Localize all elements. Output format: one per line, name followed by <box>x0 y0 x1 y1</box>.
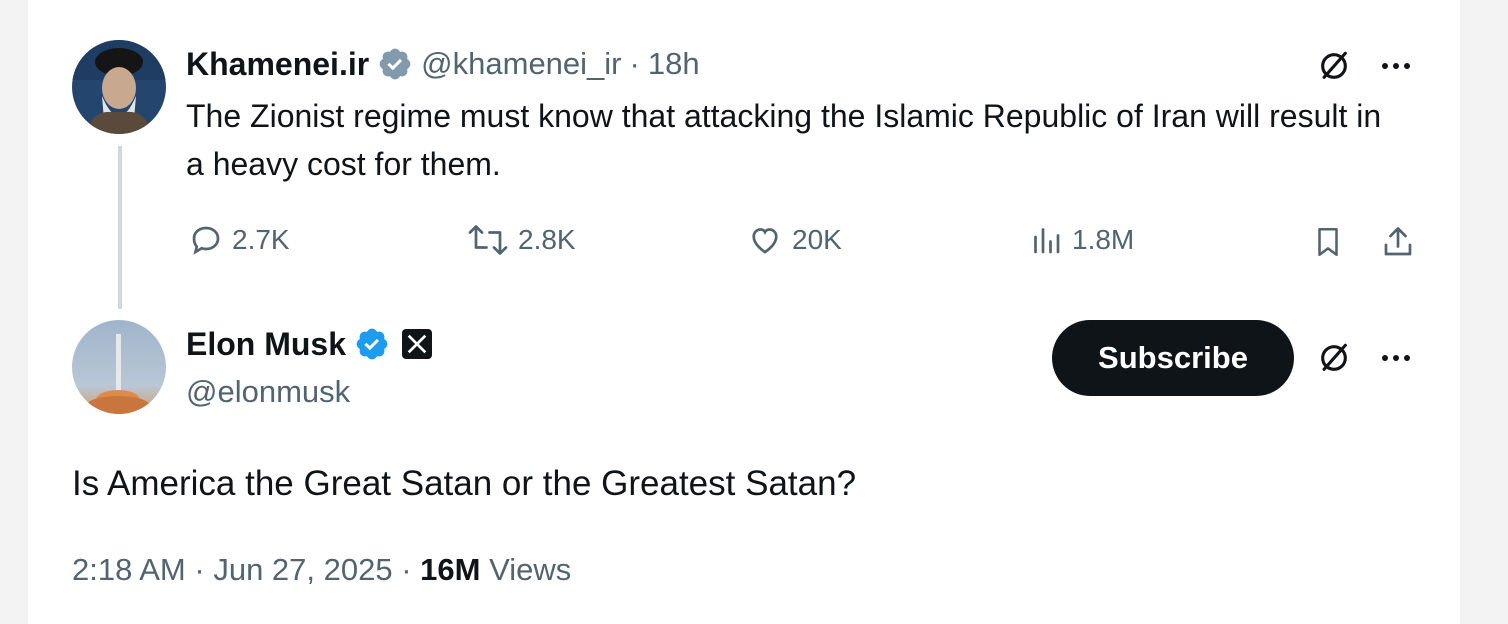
grok-icon[interactable] <box>1314 338 1354 378</box>
main-header: Elon Musk <box>186 322 433 366</box>
share-button[interactable] <box>1378 222 1418 262</box>
author-handle[interactable]: @khamenei_ir <box>421 46 621 82</box>
quoted-header: Khamenei.ir @khamenei_ir · 18h <box>186 44 700 84</box>
x-logo-icon[interactable] <box>402 329 433 359</box>
heart-icon <box>752 228 778 254</box>
verified-check-icon <box>356 328 388 360</box>
share-icon <box>1384 227 1412 256</box>
tweet-time[interactable]: 2:18 AM <box>72 552 186 587</box>
main-tweet-text: Is America the Great Satan or the Greate… <box>72 464 857 503</box>
tweet-date[interactable]: Jun 27, 2025 <box>213 552 392 587</box>
like-button[interactable]: 20K <box>746 222 842 258</box>
verified-check-icon <box>379 48 411 80</box>
subscribe-button[interactable]: Subscribe <box>1052 320 1294 396</box>
tweet-time[interactable]: 18h <box>648 46 700 82</box>
like-count: 20K <box>792 224 842 255</box>
more-icon[interactable] <box>1376 338 1416 378</box>
reply-count: 2.7K <box>232 224 290 255</box>
bookmark-icon <box>1318 227 1338 257</box>
separator-dot: · <box>194 552 205 587</box>
grok-icon[interactable] <box>1314 46 1354 86</box>
main-handle-row: @elonmusk <box>186 372 350 412</box>
elon-avatar[interactable] <box>72 320 166 414</box>
tweet-card: Khamenei.ir @khamenei_ir · 18h The Zioni… <box>28 0 1460 624</box>
author-handle[interactable]: @elonmusk <box>186 374 350 410</box>
repost-button[interactable]: 2.8K <box>466 222 576 258</box>
separator-dot: · <box>629 46 640 81</box>
views-label: Views <box>489 552 572 587</box>
more-icon[interactable] <box>1376 46 1416 86</box>
views-count: 1.8M <box>1072 224 1135 255</box>
reply-button[interactable]: 2.7K <box>188 222 290 258</box>
author-name[interactable]: Khamenei.ir <box>186 46 369 83</box>
repost-icon <box>468 225 508 255</box>
analytics-icon <box>1034 228 1060 254</box>
views-button[interactable]: 1.8M <box>1028 222 1134 258</box>
thread-line <box>118 146 122 309</box>
author-name[interactable]: Elon Musk <box>186 326 346 363</box>
repost-count: 2.8K <box>518 224 576 255</box>
views-count[interactable]: 16M <box>420 552 480 587</box>
reply-icon <box>192 226 220 255</box>
quoted-tweet-text: The Zionist regime must know that attack… <box>186 98 1382 182</box>
tweet-meta: 2:18 AM · Jun 27, 2025 · 16M Views <box>72 552 571 588</box>
separator-dot: · <box>401 552 412 587</box>
bookmark-button[interactable] <box>1308 222 1348 262</box>
khamenei-avatar[interactable] <box>72 40 166 134</box>
